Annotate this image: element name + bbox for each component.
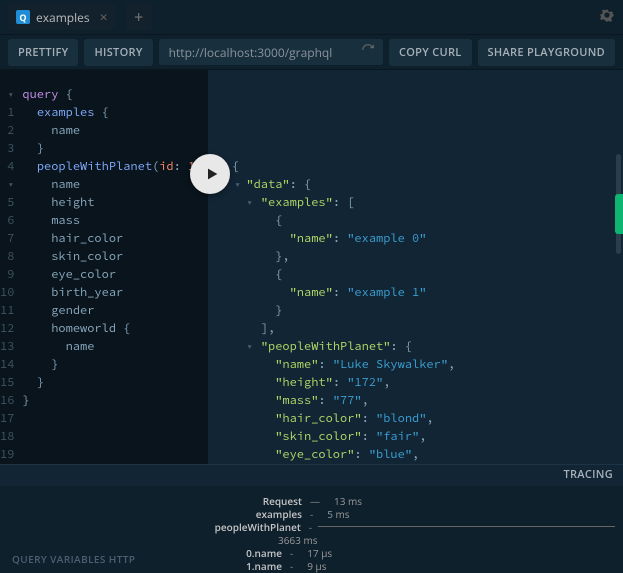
url-input[interactable]: http://localhost:3000/graphql	[159, 39, 383, 65]
close-icon[interactable]: ×	[100, 8, 108, 27]
query-editor[interactable]: ▾ 1234▾ 5678910111213141516171819 query …	[0, 70, 208, 464]
trace-row: examples-5 ms	[0, 507, 623, 520]
history-button[interactable]: HISTORY	[84, 39, 152, 66]
code-content[interactable]: query { examples { name } peopleWithPlan…	[22, 86, 216, 464]
toolbar: PRETTIFY HISTORY http://localhost:3000/g…	[0, 34, 623, 70]
add-tab-button[interactable]: +	[126, 4, 152, 30]
trace-row: peopleWithPlanet-	[0, 520, 623, 533]
topbar: Q examples × +	[0, 0, 623, 34]
prettify-button[interactable]: PRETTIFY	[8, 39, 78, 66]
bottom-tabs[interactable]: QUERY VARIABLES HTTP	[12, 552, 135, 566]
play-button[interactable]	[190, 154, 230, 194]
query-icon: Q	[16, 10, 30, 24]
tracing-header[interactable]: TRACING	[0, 464, 623, 486]
gear-icon[interactable]	[599, 7, 615, 27]
results-panel[interactable]: ▾{▾ "data": {▾ "examples": [ { "name": "…	[208, 70, 623, 464]
tab-name: examples	[36, 9, 90, 26]
reload-icon[interactable]	[361, 43, 375, 61]
copy-curl-button[interactable]: COPY CURL	[389, 39, 472, 66]
main-panel: ▾ 1234▾ 5678910111213141516171819 query …	[0, 70, 623, 464]
tab-examples[interactable]: Q examples ×	[8, 4, 116, 30]
url-text: http://localhost:3000/graphql	[169, 44, 333, 61]
trace-row: Request—13 ms	[0, 494, 623, 507]
share-playground-button[interactable]: SHARE PLAYGROUND	[478, 39, 615, 66]
line-gutter: ▾ 1234▾ 5678910111213141516171819	[0, 86, 22, 464]
